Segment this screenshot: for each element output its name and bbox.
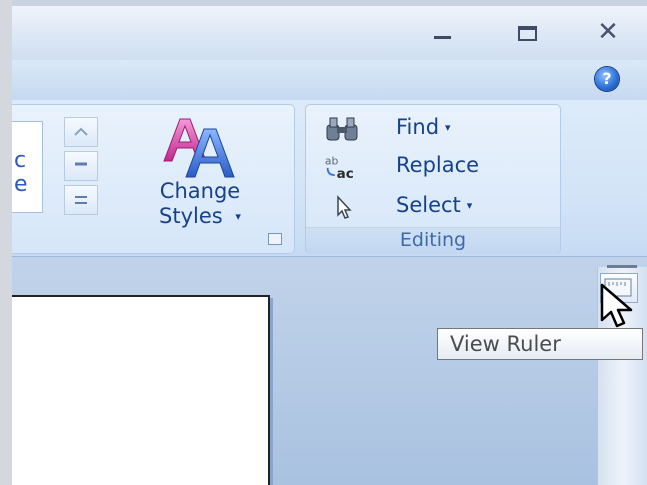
editing-group-caption: Editing <box>306 227 560 254</box>
chevron-up-icon <box>74 127 88 136</box>
title-bar: ✕ <box>12 0 647 60</box>
change-styles-line2: Styles ▾ <box>120 204 280 229</box>
help-icon[interactable]: ? <box>595 67 619 91</box>
maximize-button[interactable] <box>508 18 548 46</box>
chevron-down-icon: ▾ <box>445 121 451 134</box>
change-styles-button[interactable]: Change Styles ▾ <box>120 109 280 229</box>
select-label: Select ▾ <box>396 193 472 217</box>
svg-text:ac: ac <box>337 166 354 181</box>
replace-label: Replace <box>396 153 480 177</box>
change-styles-label: Change Styles ▾ <box>120 179 280 229</box>
gallery-item-partial[interactable]: e <box>14 172 28 197</box>
gallery-more-button[interactable] <box>64 185 98 215</box>
document-area <box>12 257 647 485</box>
editing-group: Find ▾ ab ac Replace Select ▾ Editing <box>305 104 561 254</box>
ribbon-tab-strip: ? <box>12 60 647 101</box>
split-bar[interactable] <box>607 265 637 268</box>
quick-styles-gallery[interactable]: c e <box>12 121 43 213</box>
document-page[interactable] <box>12 295 270 485</box>
mouse-cursor-icon <box>600 283 633 328</box>
change-styles-text: Styles <box>159 204 223 228</box>
tooltip: View Ruler <box>437 328 643 360</box>
change-styles-aa-icon <box>163 118 235 178</box>
ribbon: c e Change Styles ▾ Find ▾ ab ac Replace… <box>12 100 647 257</box>
gallery-scroll-up-button[interactable] <box>64 117 98 147</box>
change-styles-line1: Change <box>159 179 241 203</box>
minimize-button[interactable] <box>422 18 462 46</box>
select-arrow-icon <box>337 195 352 219</box>
select-text: Select <box>396 193 461 217</box>
replace-ab-ac-icon: ab ac <box>325 154 354 181</box>
dialog-launcher-icon[interactable] <box>268 233 282 245</box>
more-icon <box>75 196 87 204</box>
gallery-scroll-down-button[interactable] <box>64 151 98 181</box>
gallery-item-partial[interactable]: c <box>14 148 26 173</box>
styles-group: c e Change Styles ▾ <box>12 104 295 254</box>
find-text: Find <box>396 115 440 139</box>
chevron-down-icon: ▾ <box>235 210 241 223</box>
word-window: ✕ ? c e Change Styles ▾ Find ▾ ab ac Rep… <box>0 0 647 485</box>
chevron-down-icon <box>75 162 87 166</box>
find-label: Find ▾ <box>396 115 451 139</box>
window-left-edge <box>0 0 12 485</box>
chevron-down-icon: ▾ <box>466 199 473 212</box>
binoculars-icon <box>326 117 358 141</box>
close-button[interactable]: ✕ <box>588 18 628 46</box>
